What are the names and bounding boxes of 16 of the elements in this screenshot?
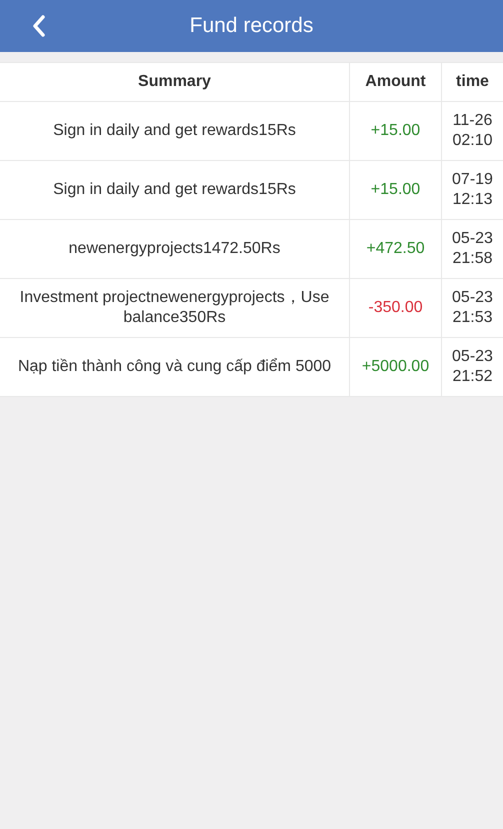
summary-cell: Sign in daily and get rewards15Rs [0, 102, 350, 160]
amount-cell: -350.00 [350, 278, 442, 338]
column-header: time [442, 62, 503, 102]
amount-cell: +15.00 [350, 160, 442, 220]
summary-cell: Sign in daily and get rewards15Rs [0, 160, 350, 220]
amount-cell: +5000.00 [350, 338, 442, 396]
amount-cell: +15.00 [350, 102, 442, 160]
column-header: Amount [350, 62, 442, 102]
page-title: Fund records [190, 14, 314, 38]
summary-cell: Investment projectnewenergyprojects，Use balance350Rs [0, 278, 350, 338]
amount-cell: +472.50 [350, 220, 442, 278]
back-icon [30, 14, 48, 38]
back-button[interactable] [30, 14, 48, 38]
summary-cell: newenergyprojects1472.50Rs [0, 220, 350, 278]
summary-cell: Nạp tiền thành công và cung cấp điểm 5000 [0, 338, 350, 396]
column-header: Summary [0, 62, 350, 102]
